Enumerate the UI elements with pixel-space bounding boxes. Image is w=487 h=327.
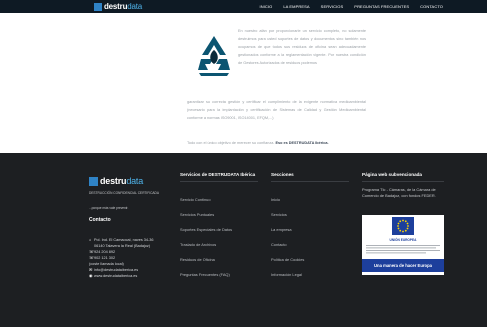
footer-tagline-secondary: ...porque más vale prevenir. bbox=[89, 206, 129, 210]
contact-address-line1: Pol. Ind. El Camaocal, naves 34-36 bbox=[94, 238, 154, 242]
intro-paragraph-continued: garantizar su correcta gestión y certifi… bbox=[187, 100, 366, 120]
services-link[interactable]: Traslado de Archivos bbox=[180, 242, 216, 247]
services-title: Servicios de DESTRUDATA Ibérica bbox=[180, 172, 256, 177]
contact-phone1-text: 924 204 892 bbox=[94, 250, 116, 254]
eu-union-label: UNIÓN EUROPEA bbox=[389, 238, 417, 242]
nav-preguntas-frecuentes[interactable]: PREGUNTAS FRECUENTES bbox=[354, 4, 409, 9]
sections-link[interactable]: Política de Cookies bbox=[271, 257, 304, 262]
sections-divider bbox=[271, 181, 349, 182]
footer: destrudata DESTRUCCIÓN CONFIDENCIAL CERT… bbox=[0, 153, 487, 327]
sections-link[interactable]: Inicio bbox=[271, 197, 280, 202]
closing-line: Todo con el único objetivo de merecer su… bbox=[187, 140, 387, 147]
nav-servicios[interactable]: SERVICIOS bbox=[321, 4, 344, 9]
footer-logo-bold: destru bbox=[100, 176, 127, 186]
eu-title: Página web subvencionada bbox=[362, 172, 422, 177]
services-divider bbox=[180, 181, 258, 182]
logo-icon bbox=[94, 2, 102, 11]
services-link[interactable]: Servicios Puntuales bbox=[180, 212, 214, 217]
footer-tagline: DESTRUCCIÓN CONFIDENCIAL CERTIFICADA bbox=[89, 191, 159, 195]
eu-fine-print-graphic bbox=[366, 243, 440, 255]
footer-logo-icon bbox=[89, 176, 98, 186]
sections-link[interactable]: Contacto bbox=[271, 242, 287, 247]
recycle-icon bbox=[193, 33, 235, 79]
nav-inicio[interactable]: INICIO bbox=[260, 4, 273, 9]
contact-web-text[interactable]: www.destrudataiberica.es bbox=[94, 274, 137, 278]
logo-text-light: data bbox=[127, 2, 143, 11]
footer-logo-light: data bbox=[126, 176, 144, 186]
contact-title: Contacto bbox=[89, 217, 111, 223]
eu-funding-panel: UNIÓN EUROPEA Una manera de hacer Europa bbox=[362, 215, 444, 275]
eu-text: Programa TIc - Cámaras, de la Cámara de … bbox=[362, 187, 436, 199]
contact-phone2-text: 902 121 302 bbox=[94, 256, 116, 260]
sections-link[interactable]: La empresa bbox=[271, 227, 292, 232]
eu-divider bbox=[362, 181, 444, 182]
services-link[interactable]: Residuos de Oficina bbox=[180, 257, 215, 262]
intro-paragraph: En nuestro afán por proporcionarle un se… bbox=[238, 29, 366, 65]
services-link[interactable]: Preguntas Frecuentes (FAQ) bbox=[180, 272, 230, 277]
header-logo[interactable]: destrudata bbox=[94, 0, 142, 13]
services-link[interactable]: Servicio Continuo bbox=[180, 197, 211, 202]
top-navbar: destrudata INICIO LA EMPRESA SERVICIOS P… bbox=[0, 0, 487, 13]
logo-text-bold: destru bbox=[104, 2, 128, 11]
eu-banner: Una manera de hacer Europa bbox=[362, 259, 444, 272]
contact-email-text[interactable]: info@destrudataiberica.es bbox=[94, 268, 138, 272]
sections-title: Secciones bbox=[271, 172, 294, 177]
contact-web[interactable]: ◉ www.destrudataiberica.es bbox=[89, 273, 169, 279]
nav-la-empresa[interactable]: LA EMPRESA bbox=[283, 4, 309, 9]
main-menu: INICIO LA EMPRESA SERVICIOS PREGUNTAS FR… bbox=[260, 0, 444, 13]
closing-text: Todo con el único objetivo de merecer su… bbox=[187, 141, 275, 145]
nav-contacto[interactable]: CONTACTO bbox=[420, 4, 443, 9]
footer-logo[interactable]: destrudata bbox=[89, 176, 143, 186]
eu-flag-icon bbox=[392, 217, 414, 235]
services-link[interactable]: Soportes Especiales de Datos bbox=[180, 227, 232, 232]
page: destrudata INICIO LA EMPRESA SERVICIOS P… bbox=[0, 0, 487, 327]
sections-link[interactable]: Servicios bbox=[271, 212, 287, 217]
closing-bold: Eso es DESTRUDATA Ibérica. bbox=[275, 141, 329, 145]
sections-link[interactable]: Información Legal bbox=[271, 272, 302, 277]
main-content: En nuestro afán por proporcionarle un se… bbox=[0, 13, 487, 153]
